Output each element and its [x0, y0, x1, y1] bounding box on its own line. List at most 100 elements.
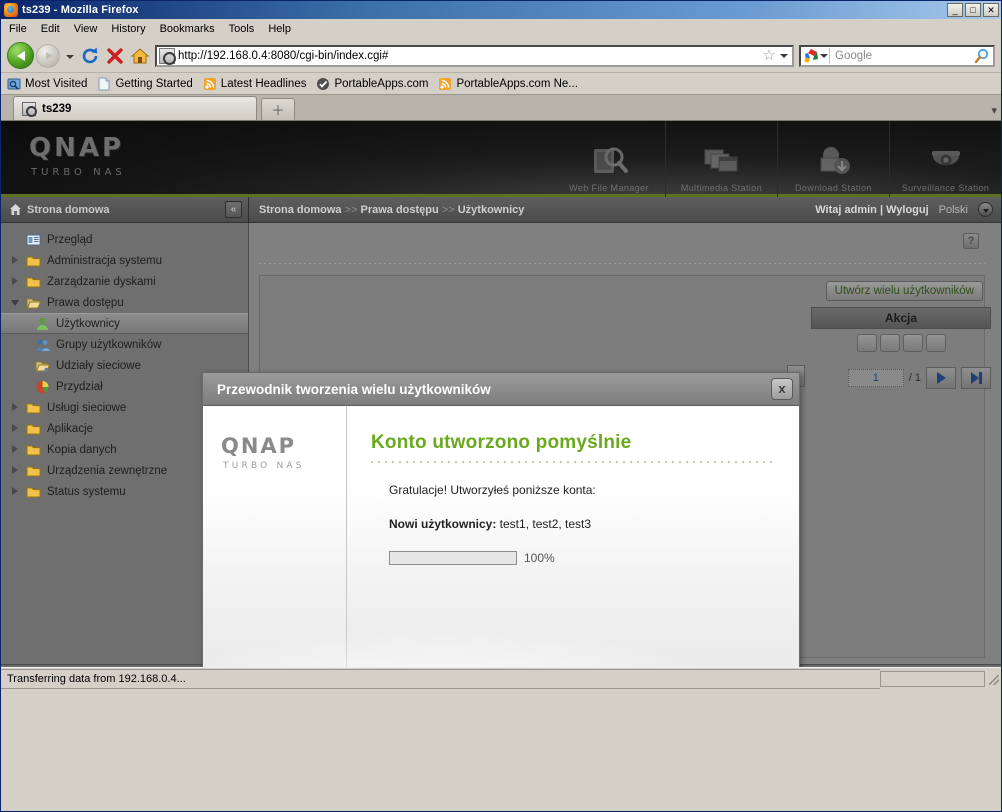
google-icon [803, 48, 819, 64]
twisty-icon[interactable] [11, 445, 20, 454]
station-download[interactable]: Download Station [777, 121, 889, 197]
sidebar-item-administracja-systemu[interactable]: Administracja systemu [1, 250, 248, 271]
close-button[interactable]: ✕ [983, 3, 999, 17]
twisty-icon[interactable] [11, 256, 20, 265]
breadcrumb-item-home[interactable]: Strona domowa [259, 204, 342, 216]
twisty-icon[interactable] [11, 466, 20, 475]
forward-button-icon[interactable] [36, 43, 60, 68]
menu-item-history[interactable]: History [111, 23, 145, 35]
sidebar-collapse-button[interactable]: « [225, 201, 242, 218]
bookmark-label: Latest Headlines [220, 77, 307, 90]
search-magnifier-icon[interactable] [973, 48, 991, 64]
sidebar-item-label: Aplikacje [47, 422, 94, 435]
stop-icon[interactable] [105, 46, 125, 66]
welcome-logout[interactable]: Witaj admin | Wyloguj [815, 204, 928, 216]
site-identity-icon[interactable] [159, 47, 176, 65]
window-title: ts239 - Mozilla Firefox [22, 4, 139, 16]
language-label: Polski [938, 203, 968, 216]
menu-item-bookmarks[interactable]: Bookmarks [160, 23, 215, 35]
dialog-created-users: Nowi użytkownicy: test1, test2, test3 [371, 517, 773, 531]
menu-item-tools[interactable]: Tools [229, 23, 255, 35]
folder-icon [26, 422, 41, 436]
station-surveillance[interactable]: Surveillance Station [889, 121, 1001, 197]
status-progress-area [880, 670, 985, 687]
language-dropdown-icon[interactable] [978, 202, 993, 217]
dialog-content: Konto utworzono pomyślnie Gratulacje! Ut… [347, 406, 799, 667]
overview-icon [26, 233, 41, 247]
menu-item-edit[interactable]: Edit [41, 23, 60, 35]
sidebar-item-prawa-dostepu[interactable]: Prawa dostępu [1, 292, 248, 313]
search-input[interactable]: Google [830, 50, 973, 62]
bookmark-latest-headlines[interactable]: Latest Headlines [203, 77, 307, 91]
firefox-window: ts239 - Mozilla Firefox _ □ ✕ File Edit … [0, 0, 1002, 812]
page-number-input[interactable]: 1 [847, 369, 904, 387]
close-icon[interactable]: x [771, 378, 793, 400]
sidebar-item-uzytkownicy[interactable]: Użytkownicy [1, 313, 248, 334]
most-visited-icon [7, 77, 21, 91]
next-page-button[interactable] [926, 367, 956, 389]
twisty-icon[interactable] [11, 487, 20, 496]
surveillance-station-icon [923, 141, 969, 181]
dialog-header: Przewodnik tworzenia wielu użytkowników … [203, 373, 799, 406]
tab-ts239[interactable]: ts239 [13, 96, 257, 120]
bookmark-most-visited[interactable]: Most Visited [7, 77, 87, 91]
dialog-congrats-text: Gratulacje! Utworzyłeś poniższe konta: [389, 483, 596, 497]
menu-item-view[interactable]: View [74, 23, 98, 35]
help-button[interactable]: ? [963, 233, 979, 249]
search-engine-dropdown-icon[interactable] [819, 47, 830, 64]
rss-feed-icon [203, 77, 217, 91]
twisty-icon[interactable] [11, 298, 20, 307]
url-dropdown-icon[interactable] [778, 48, 790, 64]
breadcrumb-item-access[interactable]: Prawa dostępu [361, 204, 439, 216]
station-web-file-manager[interactable]: Web File Manager [553, 121, 665, 197]
bookmark-star-icon[interactable]: ☆ [760, 48, 778, 64]
address-bar[interactable]: http://192.168.0.4:8080/cgi-bin/index.cg… [155, 44, 794, 67]
sidebar-header: Strona domowa « [1, 197, 249, 222]
search-bar[interactable]: Google [799, 44, 995, 67]
twisty-icon[interactable] [11, 424, 20, 433]
sidebar-item-grupy-uzytkownikow[interactable]: Grupy użytkowników [1, 334, 248, 355]
history-dropdown-icon[interactable] [65, 48, 75, 64]
bookmark-portableapps[interactable]: PortableApps.com [316, 77, 428, 91]
sidebar-item-przeglad[interactable]: Przegląd [1, 229, 248, 250]
created-users-value: test1, test2, test3 [496, 517, 592, 531]
menu-item-file[interactable]: File [9, 23, 27, 35]
station-label: Download Station [795, 183, 872, 193]
maximize-button[interactable]: □ [965, 3, 981, 17]
back-button-icon[interactable] [7, 42, 34, 69]
tab-list-dropdown-icon[interactable]: ▾ [991, 104, 997, 117]
reload-icon[interactable] [80, 46, 100, 66]
breadcrumb: Strona domowa >> Prawa dostępu >> Użytko… [259, 204, 805, 216]
dialog-qnap-logo: QNAP TURBO NAS [221, 434, 346, 471]
bookmark-getting-started[interactable]: Getting Started [97, 77, 193, 91]
sidebar-item-label: Kopia danych [47, 443, 117, 456]
edit-icon[interactable] [879, 334, 900, 352]
firefox-logo-icon [4, 3, 18, 17]
resize-grip-icon[interactable] [987, 671, 1001, 687]
minimize-button[interactable]: _ [947, 3, 963, 17]
home-icon[interactable] [130, 46, 150, 66]
breadcrumb-separator: >> [344, 203, 358, 216]
folder-icon [26, 443, 41, 457]
dialog-logo-name: QNAP [221, 434, 297, 458]
new-tab-button[interactable]: ＋ [261, 98, 295, 120]
last-page-button[interactable] [961, 367, 991, 389]
sidebar-item-label: Usługi sieciowe [47, 401, 127, 414]
sidebar-item-zarzadzanie-dyskami[interactable]: Zarządzanie dyskami [1, 271, 248, 292]
qnap-logo-name: QNAP [29, 133, 125, 163]
multimedia-station-icon [699, 141, 745, 181]
twisty-icon[interactable] [11, 403, 20, 412]
station-multimedia[interactable]: Multimedia Station [665, 121, 777, 197]
menu-item-help[interactable]: Help [268, 23, 291, 35]
create-many-users-button[interactable]: Utwórz wielu użytkowników [825, 281, 983, 301]
breadcrumb-item-users[interactable]: Użytkownicy [458, 204, 525, 216]
bookmark-portableapps-news[interactable]: PortableApps.com Ne... [438, 77, 578, 91]
group-icon[interactable] [902, 334, 923, 352]
qnap-banner: QNAP TURBO NAS Web File Manager Multimed… [1, 121, 1001, 197]
shared-folder-permission-icon[interactable] [925, 334, 946, 352]
navigation-toolbar: http://192.168.0.4:8080/cgi-bin/index.cg… [1, 39, 1001, 73]
password-icon[interactable] [856, 334, 877, 352]
station-shortcuts: Web File Manager Multimedia Station Down… [553, 121, 1001, 197]
folder-icon [26, 464, 41, 478]
twisty-icon[interactable] [11, 277, 20, 286]
